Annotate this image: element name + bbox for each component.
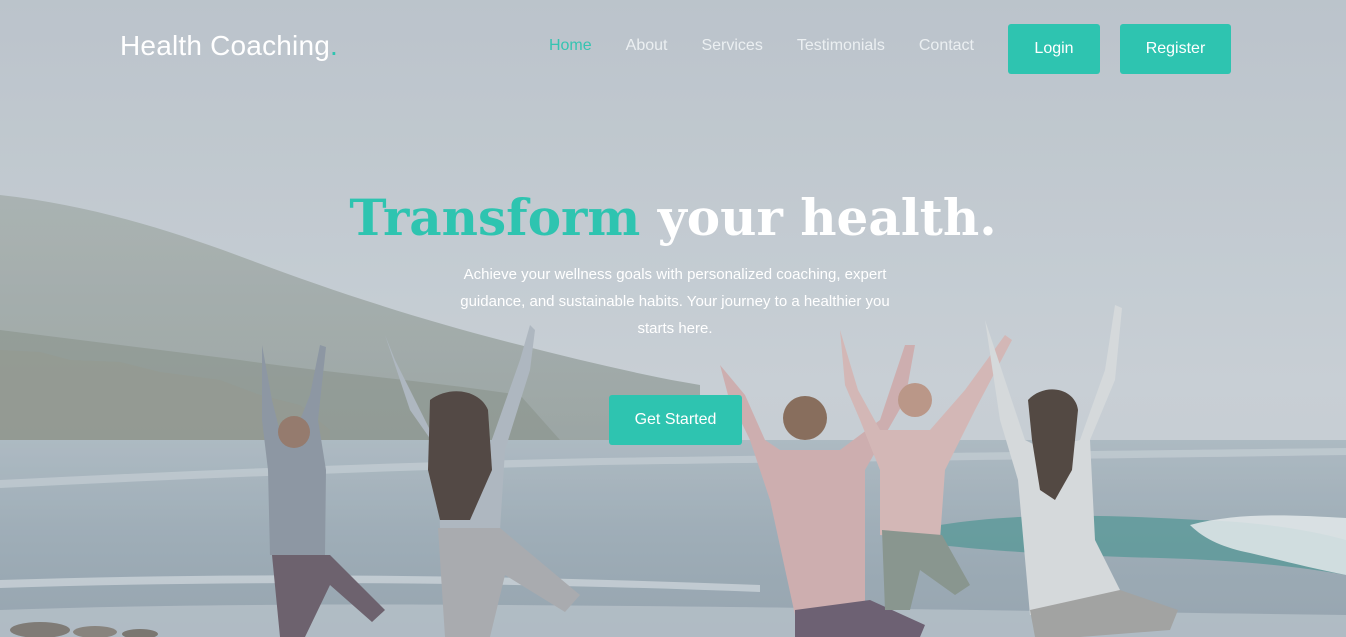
hero-headline: Transform your health.: [0, 188, 1346, 247]
nav-link-home[interactable]: Home: [549, 37, 592, 55]
nav-link-testimonials[interactable]: Testimonials: [797, 37, 885, 55]
register-button[interactable]: Register: [1120, 24, 1231, 74]
login-button[interactable]: Login: [1008, 24, 1100, 74]
nav-menu: Home About Services Testimonials Contact: [549, 37, 974, 55]
nav-link-contact[interactable]: Contact: [919, 37, 974, 55]
brand-logo-link[interactable]: Health Coaching.: [120, 30, 338, 62]
get-started-button[interactable]: Get Started: [609, 395, 742, 445]
nav-link-about[interactable]: About: [626, 37, 668, 55]
hero-headline-rest: your health.: [640, 188, 997, 247]
hero-section: Health Coaching. Home About Services Tes…: [0, 0, 1346, 637]
hero-headline-accent: Transform: [349, 188, 641, 247]
nav-link-services[interactable]: Services: [701, 37, 762, 55]
top-navigation: Health Coaching. Home About Services Tes…: [0, 0, 1346, 96]
brand-name: Health Coaching: [120, 30, 331, 61]
hero-subtext: Achieve your wellness goals with persona…: [460, 266, 890, 337]
brand-dot: .: [330, 30, 339, 61]
